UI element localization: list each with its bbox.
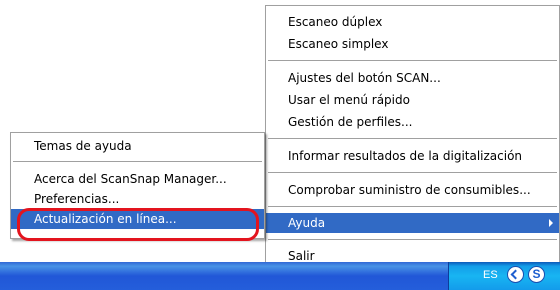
menu-item-report-results[interactable]: Informar resultados de la digitalización bbox=[266, 146, 559, 166]
menu-separator bbox=[268, 60, 557, 62]
menu-item-profile-management[interactable]: Gestión de perfiles... bbox=[266, 112, 559, 132]
scansnap-context-menu: Escaneo dúplex Escaneo simplex Ajustes d… bbox=[265, 5, 560, 275]
submenu-item-help-topics[interactable]: Temas de ayuda bbox=[11, 136, 264, 156]
menu-item-help-label: Ayuda bbox=[288, 216, 326, 230]
help-submenu: Temas de ayuda Acerca del ScanSnap Manag… bbox=[10, 132, 265, 239]
submenu-item-online-update[interactable]: Actualización en línea... bbox=[11, 209, 264, 229]
submenu-item-about[interactable]: Acerca del ScanSnap Manager... bbox=[11, 169, 264, 189]
menu-separator bbox=[268, 206, 557, 208]
menu-item-help[interactable]: Ayuda bbox=[266, 213, 559, 233]
scansnap-icon[interactable]: S bbox=[528, 266, 545, 283]
submenu-arrow-icon bbox=[549, 219, 553, 227]
menu-item-simplex-scan[interactable]: Escaneo simplex bbox=[266, 34, 559, 54]
menu-item-scan-button-settings[interactable]: Ajustes del botón SCAN... bbox=[266, 68, 559, 88]
menu-separator bbox=[13, 161, 262, 163]
menu-separator bbox=[268, 138, 557, 140]
menu-item-check-consumables[interactable]: Comprobar suministro de consumibles... bbox=[266, 180, 559, 200]
submenu-item-preferences[interactable]: Preferencias... bbox=[11, 189, 264, 209]
back-icon[interactable] bbox=[507, 266, 524, 283]
menu-separator bbox=[268, 239, 557, 241]
menu-separator bbox=[268, 172, 557, 174]
language-indicator[interactable]: ES bbox=[483, 269, 498, 281]
menu-item-quick-menu[interactable]: Usar el menú rápido bbox=[266, 90, 559, 110]
menu-item-duplex-scan[interactable]: Escaneo dúplex bbox=[266, 12, 559, 32]
